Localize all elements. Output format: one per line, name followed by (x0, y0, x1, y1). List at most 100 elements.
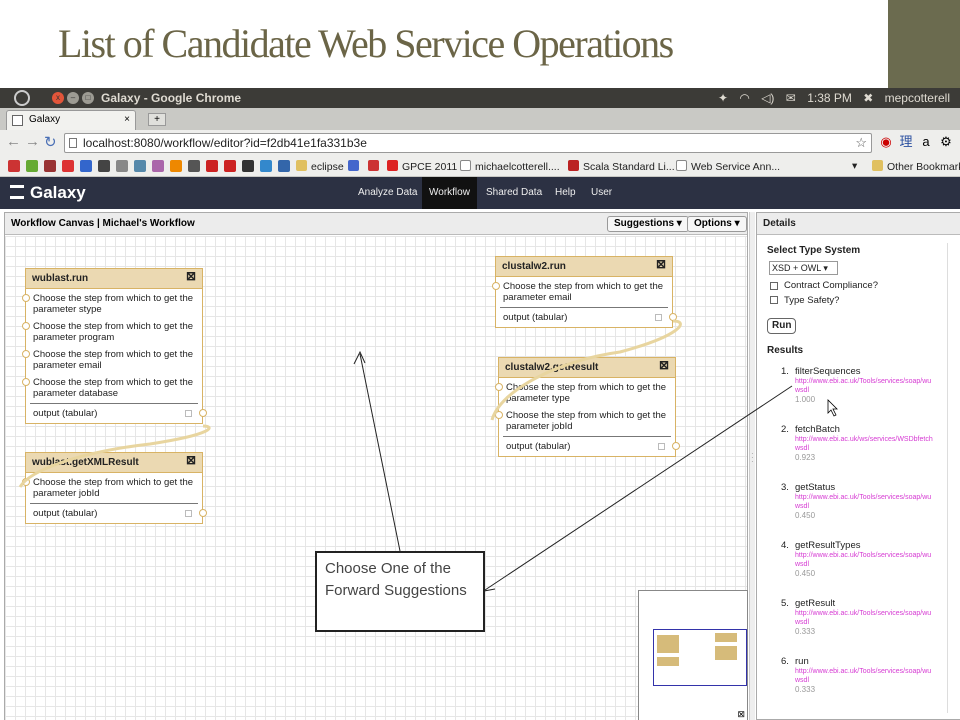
result-item[interactable]: 6. run http://www.ebi.ac.uk/Tools/service… (781, 656, 960, 694)
bookmark-scala[interactable]: Scala Standard Li... (568, 160, 675, 173)
window-minimize-button[interactable]: – (67, 92, 79, 104)
extension-dict-icon[interactable]: 理 (898, 134, 914, 150)
mail-icon[interactable]: ✉ (786, 91, 796, 105)
input-terminal-icon[interactable] (492, 282, 500, 290)
window-maximize-button[interactable]: □ (82, 92, 94, 104)
output-terminal-icon[interactable] (672, 442, 680, 450)
result-url[interactable]: http://www.ebi.ac.uk/Tools/services/soap… (781, 609, 960, 618)
bookmark-scarlet-icon[interactable] (206, 160, 218, 172)
extension-red-icon[interactable]: ◉ (878, 134, 894, 150)
reload-icon[interactable]: ↻ (44, 133, 57, 151)
run-button[interactable]: Run (767, 318, 797, 334)
input-terminal-icon[interactable] (495, 411, 503, 419)
resize-handle-icon[interactable]: ⊠ (737, 709, 745, 720)
nav-workflow[interactable]: Workflow (422, 177, 477, 209)
result-url-suffix[interactable]: wsdl (781, 386, 960, 395)
wrench-menu-icon[interactable]: ⚙ (938, 134, 954, 150)
gmail-icon[interactable] (8, 160, 20, 172)
node-title[interactable]: wublast.run ⊠ (26, 269, 202, 289)
bookmark-star-icon[interactable]: ☆ (855, 135, 867, 151)
options-button[interactable]: Options ▾ (687, 216, 747, 232)
bookmark-pdf[interactable] (368, 160, 383, 173)
result-item[interactable]: 4. getResultTypes http://www.ebi.ac.uk/To… (781, 540, 960, 578)
bookmarks-overflow-icon[interactable]: ▾ (852, 160, 857, 172)
node-clustalw2-getresult[interactable]: clustalw2.getResult ⊠ Choose the step fro… (495, 357, 680, 457)
bookmark-gray-icon[interactable] (116, 160, 128, 172)
node-output[interactable]: output (tabular) (30, 503, 207, 523)
node-input[interactable]: Choose the step from which to get the pa… (492, 277, 672, 305)
forward-icon[interactable]: → (25, 133, 40, 150)
node-wublast-getxmlresult[interactable]: wublast.getXMLResult ⊠ Choose the step fr… (22, 452, 207, 524)
tab-close-icon[interactable]: × (124, 114, 130, 125)
node-output[interactable]: output (tabular) (503, 436, 680, 456)
panel-splitter[interactable]: · · · (749, 212, 755, 720)
node-title[interactable]: clustalw2.getResult ⊠ (499, 358, 675, 378)
wifi-icon[interactable]: ◠ (739, 91, 749, 105)
output-checkbox-icon[interactable] (658, 443, 665, 450)
bookmark-home-icon[interactable] (278, 160, 290, 172)
output-terminal-icon[interactable] (199, 509, 207, 517)
type-safety-checkbox[interactable] (770, 296, 778, 304)
bookmark-crimson-icon[interactable] (224, 160, 236, 172)
output-checkbox-icon[interactable] (655, 314, 662, 321)
node-input[interactable]: Choose the step from which to get the pa… (22, 289, 202, 317)
node-input[interactable]: Choose the step from which to get the pa… (22, 373, 202, 401)
result-item[interactable]: 2. fetchBatch http://www.ebi.ac.uk/ws/ser… (781, 424, 960, 462)
result-url-suffix[interactable]: wsdl (781, 560, 960, 569)
amazon-icon[interactable]: a (918, 134, 934, 150)
details-scrollbar[interactable] (947, 243, 955, 713)
input-terminal-icon[interactable] (22, 294, 30, 302)
result-url[interactable]: http://www.ebi.ac.uk/Tools/services/soap… (781, 377, 960, 386)
close-icon[interactable]: ⊠ (186, 454, 196, 466)
browser-tab-galaxy[interactable]: Galaxy × (6, 110, 136, 130)
nav-shared-data[interactable]: Shared Data (479, 177, 549, 209)
other-bookmarks[interactable]: Other Bookmarks (872, 160, 960, 173)
window-close-button[interactable]: x (52, 92, 64, 104)
node-output[interactable]: output (tabular) (30, 403, 207, 423)
node-clustalw2-run[interactable]: clustalw2.run ⊠ Choose the step from whic… (492, 256, 677, 328)
node-input[interactable]: Choose the step from which to get the pa… (22, 317, 202, 345)
canvas-minimap[interactable]: ⊠ (638, 590, 748, 720)
bookmark-black-icon[interactable] (242, 160, 254, 172)
bookmark-calendar-icon[interactable] (62, 160, 74, 172)
result-url-suffix[interactable]: wsdl (781, 618, 960, 627)
suggestions-button[interactable]: Suggestions ▾ (607, 216, 689, 232)
bookmark-share-icon[interactable] (260, 160, 272, 172)
node-title[interactable]: wublast.getXMLResult ⊠ (26, 453, 202, 473)
nav-user[interactable]: User (584, 177, 619, 209)
input-terminal-icon[interactable] (22, 378, 30, 386)
node-input[interactable]: Choose the step from which to get the pa… (22, 345, 202, 373)
node-title[interactable]: clustalw2.run ⊠ (496, 257, 672, 277)
node-wublast-run[interactable]: wublast.run ⊠ Choose the step from which … (22, 268, 207, 424)
bookmark-eclipse[interactable]: eclipse (296, 160, 344, 173)
node-input[interactable]: Choose the step from which to get the pa… (495, 406, 675, 434)
result-url[interactable]: http://www.ebi.ac.uk/Tools/services/soap… (781, 493, 960, 502)
result-item[interactable]: 5. getResult http://www.ebi.ac.uk/Tools/s… (781, 598, 960, 636)
output-terminal-icon[interactable] (669, 313, 677, 321)
output-checkbox-icon[interactable] (185, 510, 192, 517)
node-output[interactable]: output (tabular) (500, 307, 677, 327)
bookmark-michaelcotterell[interactable]: michaelcotterell.... (460, 160, 560, 173)
input-terminal-icon[interactable] (22, 322, 30, 330)
volume-icon[interactable]: ◁) (761, 91, 774, 105)
close-icon[interactable]: ⊠ (659, 359, 669, 371)
result-url[interactable]: http://www.ebi.ac.uk/Tools/services/soap… (781, 551, 960, 560)
bookmark-blue-icon[interactable] (80, 160, 92, 172)
address-bar[interactable]: localhost:8080/workflow/editor?id=f2db41… (64, 133, 872, 153)
close-icon[interactable]: ⊠ (186, 270, 196, 282)
close-icon[interactable]: ⊠ (656, 258, 666, 270)
type-system-select[interactable]: XSD + OWL ▾ (769, 261, 838, 275)
new-tab-button[interactable]: + (148, 113, 166, 126)
output-terminal-icon[interactable] (199, 409, 207, 417)
output-checkbox-icon[interactable] (185, 410, 192, 417)
node-input[interactable]: Choose the step from which to get the pa… (495, 378, 675, 406)
result-url[interactable]: http://www.ebi.ac.uk/Tools/services/soap… (781, 667, 960, 676)
node-input[interactable]: Choose the step from which to get the pa… (22, 473, 202, 501)
bookmark-blue-doc[interactable] (348, 160, 363, 173)
input-terminal-icon[interactable] (22, 478, 30, 486)
bookmark-red-icon[interactable] (44, 160, 56, 172)
bookmark-dark-icon[interactable] (98, 160, 110, 172)
bookmark-gpce[interactable]: GPCE 2011 (387, 160, 457, 173)
contract-compliance-checkbox[interactable] (770, 282, 778, 290)
nav-analyze-data[interactable]: Analyze Data (351, 177, 424, 209)
